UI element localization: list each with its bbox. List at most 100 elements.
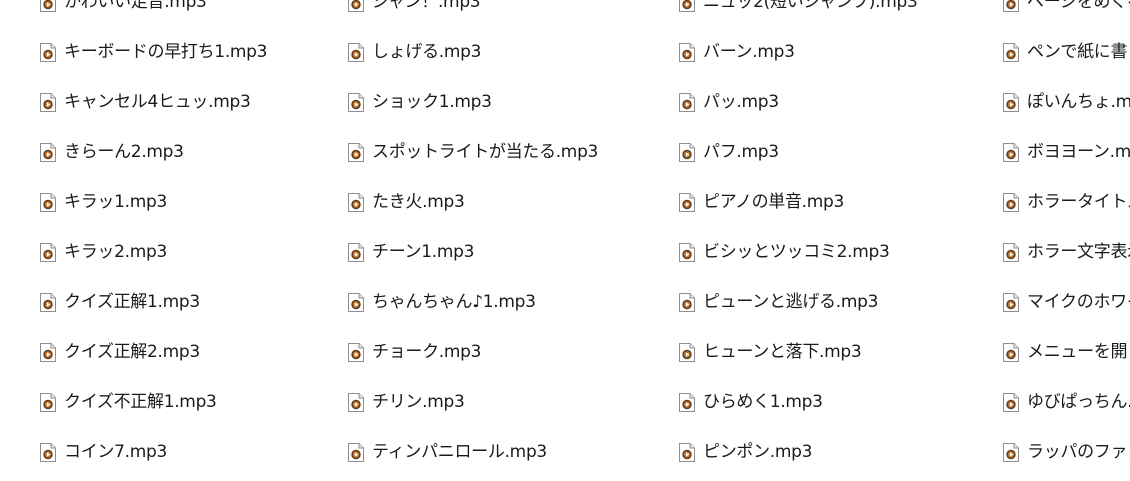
audio-file-icon bbox=[348, 392, 364, 412]
audio-file-icon bbox=[1003, 0, 1019, 12]
file-item[interactable]: ボヨヨーン.mp3 bbox=[1003, 127, 1130, 177]
audio-file-icon bbox=[348, 142, 364, 162]
file-item[interactable]: ペンで紙に書く bbox=[1003, 27, 1130, 77]
file-item[interactable]: マイクのホワイト bbox=[1003, 277, 1130, 327]
file-item[interactable]: たき火.mp3 bbox=[348, 177, 598, 227]
file-item[interactable]: キラッ2.mp3 bbox=[40, 227, 267, 277]
file-name: ゆびぱっちん.m bbox=[1027, 392, 1130, 412]
audio-file-icon bbox=[348, 92, 364, 112]
file-name: ラッパのファンフ bbox=[1027, 442, 1130, 462]
file-name: チーン1.mp3 bbox=[372, 242, 475, 262]
file-item[interactable]: クイズ正解1.mp3 bbox=[40, 277, 267, 327]
file-item[interactable]: きらーん2.mp3 bbox=[40, 127, 267, 177]
file-item[interactable]: キャンセル4ヒュッ.mp3 bbox=[40, 77, 267, 127]
file-name: パフ.mp3 bbox=[703, 142, 779, 162]
audio-file-icon bbox=[40, 142, 56, 162]
file-name: スポットライトが当たる.mp3 bbox=[372, 142, 599, 162]
file-name: ビシッとツッコミ2.mp3 bbox=[703, 242, 890, 262]
audio-file-icon bbox=[40, 92, 56, 112]
audio-file-icon bbox=[1003, 192, 1019, 212]
file-name: キャンセル4ヒュッ.mp3 bbox=[64, 92, 251, 112]
file-item[interactable]: かわいい足音.mp3 bbox=[40, 0, 267, 27]
file-item[interactable]: ホラータイトル表 bbox=[1003, 177, 1130, 227]
file-item[interactable]: ぽいんちょ.mp bbox=[1003, 77, 1130, 127]
file-item[interactable]: ラッパのファンフ bbox=[1003, 427, 1130, 477]
audio-file-icon bbox=[679, 442, 695, 462]
audio-file-icon bbox=[40, 192, 56, 212]
file-item[interactable]: チョーク.mp3 bbox=[348, 327, 598, 377]
audio-file-icon bbox=[348, 242, 364, 262]
audio-file-icon bbox=[40, 442, 56, 462]
file-item[interactable]: チリン.mp3 bbox=[348, 377, 598, 427]
file-name: キーボードの早打ち1.mp3 bbox=[64, 42, 268, 62]
file-name: マイクのホワイト bbox=[1027, 292, 1130, 312]
audio-file-icon bbox=[679, 92, 695, 112]
file-item[interactable]: メニューを開く3 bbox=[1003, 327, 1130, 377]
file-name: チョーク.mp3 bbox=[372, 342, 482, 362]
file-item[interactable]: ピューンと逃げる.mp3 bbox=[679, 277, 918, 327]
file-name: クイズ不正解1.mp3 bbox=[64, 392, 217, 412]
file-item[interactable]: ジャン！.mp3 bbox=[348, 0, 598, 27]
audio-file-icon bbox=[40, 392, 56, 412]
audio-file-icon bbox=[679, 392, 695, 412]
file-name: ボヨヨーン.mp3 bbox=[1027, 142, 1130, 162]
file-item[interactable]: チーン1.mp3 bbox=[348, 227, 598, 277]
audio-file-icon bbox=[1003, 92, 1019, 112]
audio-file-icon bbox=[348, 42, 364, 62]
file-name: ひらめく1.mp3 bbox=[703, 392, 823, 412]
file-item[interactable]: バーン.mp3 bbox=[679, 27, 918, 77]
file-item[interactable]: ショック1.mp3 bbox=[348, 77, 598, 127]
file-name: キラッ2.mp3 bbox=[64, 242, 167, 262]
audio-file-icon bbox=[679, 142, 695, 162]
file-item[interactable]: ピンポン.mp3 bbox=[679, 427, 918, 477]
file-item[interactable]: クイズ不正解1.mp3 bbox=[40, 377, 267, 427]
file-name: メニューを開く3 bbox=[1027, 342, 1130, 362]
file-column-4: ページをめくる ペンで紙に書く ぽいんちょ.mp ボヨヨーン.mp3 ホラータイ… bbox=[1003, 0, 1130, 477]
file-item[interactable]: ページをめくる bbox=[1003, 0, 1130, 27]
file-item[interactable]: コイン7.mp3 bbox=[40, 427, 267, 477]
file-item[interactable]: ニュッ2(短いジャンプ).mp3 bbox=[679, 0, 918, 27]
file-name: ピューンと逃げる.mp3 bbox=[703, 292, 879, 312]
file-name: クイズ正解1.mp3 bbox=[64, 292, 200, 312]
audio-file-icon bbox=[348, 0, 364, 12]
audio-file-icon bbox=[1003, 392, 1019, 412]
file-name: ペンで紙に書く bbox=[1027, 42, 1130, 62]
file-item[interactable]: ヒューンと落下.mp3 bbox=[679, 327, 918, 377]
file-item[interactable]: しょげる.mp3 bbox=[348, 27, 598, 77]
file-name: しょげる.mp3 bbox=[372, 42, 482, 62]
file-item[interactable]: キーボードの早打ち1.mp3 bbox=[40, 27, 267, 77]
file-name: ショック1.mp3 bbox=[372, 92, 492, 112]
file-item[interactable]: ティンパニロール.mp3 bbox=[348, 427, 598, 477]
file-column-2: ジャン！.mp3 しょげる.mp3 ショック1.mp3 スポットライトが当たる.… bbox=[348, 0, 598, 477]
file-item[interactable]: クイズ正解2.mp3 bbox=[40, 327, 267, 377]
audio-file-icon bbox=[1003, 242, 1019, 262]
audio-file-icon bbox=[1003, 142, 1019, 162]
audio-file-icon bbox=[348, 442, 364, 462]
file-item[interactable]: ビシッとツッコミ2.mp3 bbox=[679, 227, 918, 277]
file-item[interactable]: パッ.mp3 bbox=[679, 77, 918, 127]
audio-file-icon bbox=[1003, 342, 1019, 362]
audio-file-icon bbox=[40, 242, 56, 262]
audio-file-icon bbox=[348, 342, 364, 362]
audio-file-icon bbox=[40, 42, 56, 62]
audio-file-icon bbox=[40, 292, 56, 312]
audio-file-icon bbox=[40, 342, 56, 362]
file-item[interactable]: キラッ1.mp3 bbox=[40, 177, 267, 227]
file-item[interactable]: ピアノの単音.mp3 bbox=[679, 177, 918, 227]
audio-file-icon bbox=[348, 292, 364, 312]
file-item[interactable]: ちゃんちゃん♪1.mp3 bbox=[348, 277, 598, 327]
file-name: ホラー文字表示 bbox=[1027, 242, 1130, 262]
file-name: クイズ正解2.mp3 bbox=[64, 342, 200, 362]
file-item[interactable]: パフ.mp3 bbox=[679, 127, 918, 177]
audio-file-icon bbox=[679, 192, 695, 212]
file-name: ジャン！.mp3 bbox=[372, 0, 481, 12]
file-name: キラッ1.mp3 bbox=[64, 192, 167, 212]
file-item[interactable]: ホラー文字表示 bbox=[1003, 227, 1130, 277]
file-column-1: かわいい足音.mp3 キーボードの早打ち1.mp3 キャンセル4ヒュッ.mp3 … bbox=[40, 0, 267, 477]
file-item[interactable]: ひらめく1.mp3 bbox=[679, 377, 918, 427]
file-name: チリン.mp3 bbox=[372, 392, 465, 412]
file-name: パッ.mp3 bbox=[703, 92, 779, 112]
audio-file-icon bbox=[40, 0, 56, 12]
file-item[interactable]: ゆびぱっちん.m bbox=[1003, 377, 1130, 427]
file-item[interactable]: スポットライトが当たる.mp3 bbox=[348, 127, 598, 177]
